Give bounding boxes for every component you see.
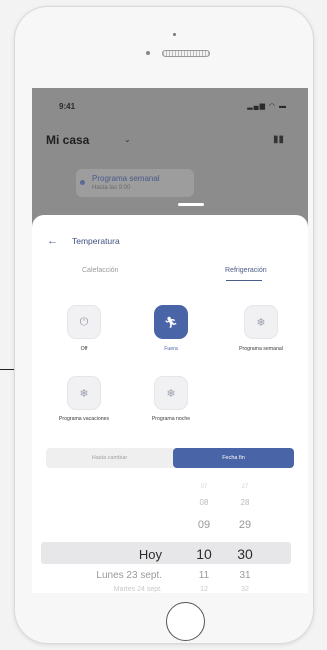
picker-minute-item[interactable]: 31 — [230, 570, 260, 581]
program-chip-subtitle: Hasta las 9:00 — [92, 185, 131, 191]
segment-end-date[interactable]: Fecha fin — [173, 448, 294, 468]
date-time-picker[interactable]: Hoy Lunes 23 sept. Martes 24 sept. 07 08… — [32, 483, 308, 593]
bar-chart-icon: ▮▮ — [272, 134, 284, 145]
mode-weekly-label: Programa semanal — [239, 346, 283, 352]
power-icon: ⏻ — [79, 315, 89, 328]
picker-day-item[interactable]: Martes 24 sept. — [52, 586, 162, 593]
picker-hour-item[interactable]: 07 — [189, 484, 219, 490]
walking-person-icon: 🏃︎ — [164, 316, 178, 329]
mode-off-button[interactable]: ⏻ — [67, 305, 101, 339]
app-screen: 9:41 ▂▄▆ ◠ ▬ Mi casa ⌄ ▮▮ Programa seman… — [32, 88, 308, 593]
snowflake-icon: ❄ — [256, 316, 266, 329]
phone-frame: 9:41 ▂▄▆ ◠ ▬ Mi casa ⌄ ▮▮ Programa seman… — [14, 6, 314, 644]
picker-minute-item[interactable]: 32 — [230, 586, 260, 593]
sheet-title: Temperatura — [72, 236, 120, 246]
tab-cooling[interactable]: Refrigeración — [225, 267, 267, 274]
status-time: 9:41 — [59, 102, 76, 111]
home-button[interactable] — [166, 602, 205, 641]
picker-hour-item[interactable]: 11 — [189, 570, 219, 581]
program-dot-icon — [80, 180, 85, 185]
picker-minute-selected[interactable]: 30 — [230, 546, 260, 562]
mode-away-button[interactable]: 🏃︎ — [154, 305, 188, 339]
picker-hour-selected[interactable]: 10 — [189, 546, 219, 562]
home-title: Mi casa — [46, 133, 90, 147]
picker-hour-item[interactable]: 09 — [189, 519, 219, 531]
mode-off-label: Off — [80, 346, 88, 352]
program-chip-title: Programa semanal — [92, 174, 160, 183]
status-icons: ▂▄▆ ◠ ▬ — [247, 103, 287, 110]
mode-night-button[interactable]: ❄ — [154, 376, 188, 410]
picker-minute-item[interactable]: 27 — [230, 484, 260, 490]
chevron-down-icon: ⌄ — [124, 135, 131, 144]
speaker-grille — [162, 50, 210, 57]
tab-heating[interactable]: Calefacción — [82, 267, 119, 274]
picker-minute-item[interactable]: 28 — [230, 498, 260, 507]
sheet-handle[interactable] — [178, 203, 204, 206]
segment-until-change[interactable]: Hasta cambiar — [46, 448, 173, 468]
camera-dot — [173, 33, 176, 36]
temperature-sheet: ← Temperatura Calefacción Refrigeración … — [32, 215, 308, 593]
sensor-dot — [146, 51, 150, 55]
mode-vacation-label: Programa vacaciones — [58, 416, 110, 422]
mode-weekly-button[interactable]: ❄ — [244, 305, 278, 339]
picker-hour-item[interactable]: 08 — [189, 498, 219, 507]
mode-vacation-button[interactable]: ❄ — [67, 376, 101, 410]
picker-day-item[interactable]: Lunes 23 sept. — [52, 570, 162, 581]
snowflake-icon: ❄ — [79, 387, 89, 400]
arrow-left-icon[interactable]: ← — [47, 235, 58, 247]
tab-underline — [226, 280, 262, 281]
picker-hour-item[interactable]: 12 — [189, 586, 219, 593]
mode-night-label: Programa noche — [151, 416, 191, 422]
picker-minute-item[interactable]: 29 — [230, 519, 260, 531]
mode-away-label: Fuera — [164, 346, 178, 352]
snowflake-icon: ❄ — [166, 387, 176, 400]
end-mode-segmented-control: Hasta cambiar Fecha fin — [46, 448, 294, 468]
picker-day-item[interactable]: Hoy — [72, 547, 162, 562]
